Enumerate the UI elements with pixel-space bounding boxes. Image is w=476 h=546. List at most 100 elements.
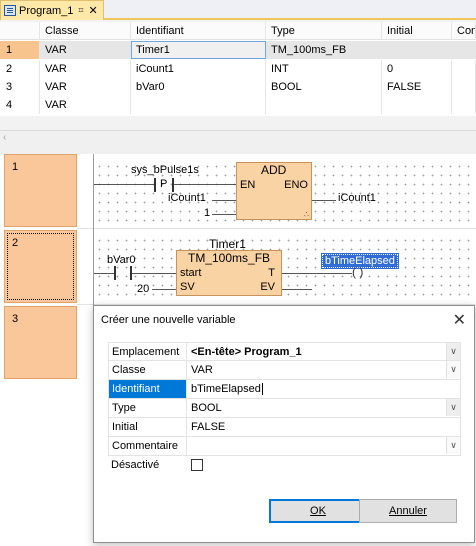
- chevron-down-icon[interactable]: ∨: [446, 437, 460, 454]
- horizontal-scrollbar[interactable]: ‹: [0, 130, 476, 146]
- pin-icon[interactable]: ⌗: [78, 5, 83, 16]
- initial-value: FALSE: [191, 421, 226, 433]
- contact-edge-mark: P: [160, 178, 168, 190]
- rung-number-3[interactable]: 3: [4, 306, 77, 379]
- table-row[interactable]: 2 VAR iCount1 INT 0: [0, 60, 476, 78]
- cell-identifiant[interactable]: [131, 96, 266, 114]
- row-number: 1: [0, 41, 40, 59]
- rung-number-label: 2: [12, 237, 19, 249]
- field-emplacement[interactable]: Emplacement <En-tête> Program_1 ∨: [108, 342, 461, 361]
- cell-classe[interactable]: VAR: [40, 78, 131, 96]
- cell-initial[interactable]: FALSE: [382, 78, 452, 96]
- field-label: Identifiant: [109, 380, 187, 398]
- cell-commentaire[interactable]: [452, 96, 476, 114]
- cell-initial[interactable]: [382, 96, 452, 114]
- program-icon: [4, 5, 16, 16]
- contact-variable[interactable]: bVar0: [107, 254, 136, 266]
- resize-grip-icon[interactable]: ∴: [304, 210, 309, 219]
- rung-number-2[interactable]: 2: [4, 230, 77, 303]
- pane-splitter[interactable]: [0, 146, 476, 154]
- field-initial[interactable]: Initial FALSE: [108, 418, 461, 437]
- chevron-down-icon[interactable]: ∨: [446, 399, 460, 416]
- input-constant[interactable]: 1: [204, 207, 210, 219]
- field-desactive[interactable]: Désactivé: [108, 456, 461, 475]
- table-row[interactable]: 4 VAR: [0, 96, 476, 114]
- cell-commentaire[interactable]: [452, 60, 476, 78]
- wire: [174, 184, 236, 185]
- rung-number-1[interactable]: 1: [4, 154, 77, 227]
- close-icon[interactable]: ✕: [89, 4, 98, 17]
- contact-bar: [172, 178, 174, 192]
- contact-bar: [154, 178, 156, 192]
- scroll-left-icon[interactable]: ‹: [3, 132, 6, 143]
- row-number: 2: [0, 60, 40, 78]
- column-header-commentaire[interactable]: Com: [452, 22, 476, 40]
- chevron-down-icon[interactable]: ∨: [446, 361, 460, 378]
- cell-classe[interactable]: VAR: [40, 96, 131, 114]
- timer-function-block[interactable]: TM_100ms_FB start SV T EV: [176, 250, 282, 296]
- rung-number-label: 3: [12, 313, 19, 325]
- pin-eno: ENO: [284, 179, 308, 191]
- close-icon[interactable]: ✕: [453, 310, 466, 330]
- cell-commentaire[interactable]: [452, 78, 476, 96]
- contact-bar: [114, 266, 116, 280]
- cell-type[interactable]: BOOL: [266, 78, 382, 96]
- cell-initial[interactable]: 0: [382, 60, 452, 78]
- column-header-type[interactable]: Type: [266, 22, 382, 40]
- chevron-down-icon[interactable]: ∨: [446, 343, 460, 360]
- identifiant-input[interactable]: bTimeElapsed: [187, 380, 460, 398]
- cell-classe[interactable]: VAR: [40, 60, 131, 78]
- desactive-checkbox[interactable]: [191, 459, 203, 471]
- column-header-classe[interactable]: Classe: [40, 22, 131, 40]
- pin-sv: SV: [180, 281, 195, 293]
- classe-select[interactable]: VAR ∨: [187, 361, 460, 379]
- ok-label: OK: [310, 505, 326, 517]
- field-commentaire[interactable]: Commentaire ∨: [108, 437, 461, 456]
- row-number: 3: [0, 78, 40, 96]
- field-type[interactable]: Type BOOL ∨: [108, 399, 461, 418]
- wire: [94, 184, 154, 185]
- block-name: ADD: [261, 163, 287, 177]
- field-label: Type: [109, 399, 187, 417]
- row-number-header: [0, 22, 40, 40]
- emplacement-select[interactable]: <En-tête> Program_1 ∨: [187, 343, 460, 361]
- column-header-identifiant[interactable]: Identifiant: [131, 22, 266, 40]
- document-tab-bar: Program_1 ⌗ ✕: [0, 0, 476, 20]
- classe-value: VAR: [191, 364, 213, 376]
- tab-program-1[interactable]: Program_1 ⌗ ✕: [0, 0, 104, 20]
- cell-initial[interactable]: [382, 41, 452, 59]
- field-classe[interactable]: Classe VAR ∨: [108, 361, 461, 380]
- input-variable[interactable]: iCount1: [168, 192, 206, 204]
- tab-title: Program_1: [19, 4, 74, 17]
- wire: [282, 273, 352, 274]
- cell-commentaire[interactable]: [452, 41, 476, 59]
- cell-classe[interactable]: VAR: [40, 41, 131, 59]
- sv-constant[interactable]: 20: [137, 283, 149, 295]
- fb-instance-name[interactable]: Timer1: [209, 237, 246, 251]
- cancel-button[interactable]: Annuler: [359, 499, 457, 523]
- commentaire-input[interactable]: ∨: [187, 437, 460, 455]
- cell-type[interactable]: TM_100ms_FB: [266, 41, 382, 59]
- cell-identifiant[interactable]: bVar0: [131, 78, 266, 96]
- column-header-initial[interactable]: Initial: [382, 22, 452, 40]
- type-select[interactable]: BOOL ∨: [187, 399, 460, 417]
- wire: [282, 289, 312, 290]
- cell-type[interactable]: INT: [266, 60, 382, 78]
- table-row[interactable]: 1 VAR Timer1 TM_100ms_FB: [0, 41, 476, 59]
- cell-identifiant[interactable]: Timer1: [131, 41, 266, 59]
- contact-variable[interactable]: sys_bPulse1s: [131, 164, 199, 176]
- table-row[interactable]: 3 VAR bVar0 BOOL FALSE: [0, 78, 476, 96]
- wire: [212, 200, 236, 201]
- cancel-label: Annuler: [389, 505, 427, 517]
- initial-input[interactable]: FALSE: [187, 418, 460, 436]
- emplacement-value: <En-tête> Program_1: [191, 346, 302, 358]
- output-variable[interactable]: iCount1: [338, 192, 376, 204]
- output-coil[interactable]: ( ): [352, 265, 363, 279]
- ok-button[interactable]: OK: [269, 499, 367, 523]
- add-function-block[interactable]: ADD EN ENO ∴: [236, 162, 312, 220]
- wire: [152, 289, 176, 290]
- cell-identifiant[interactable]: iCount1: [131, 60, 266, 78]
- cell-type[interactable]: [266, 96, 382, 114]
- field-identifiant[interactable]: Identifiant bTimeElapsed: [108, 380, 461, 399]
- dialog-title: Créer une nouvelle variable: [101, 314, 236, 326]
